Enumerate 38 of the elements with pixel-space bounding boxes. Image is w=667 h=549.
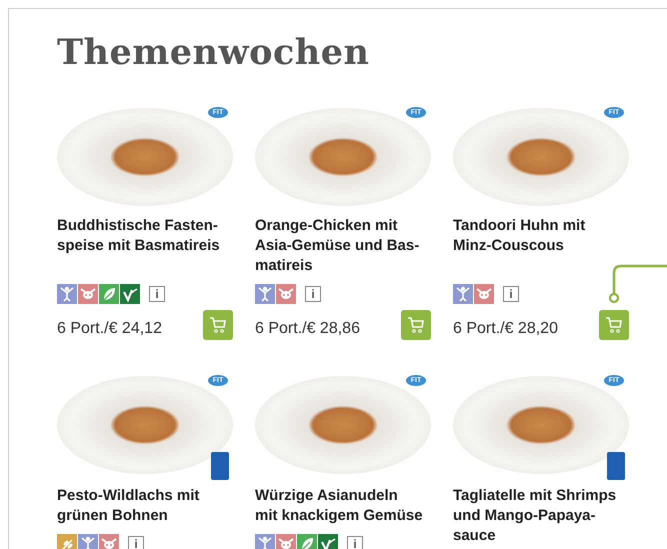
figure-icon [255,284,275,304]
product-name: Buddhistische Fasten-speise mit Basmatireis [57,216,221,256]
page-heading: Themenwochen [56,31,370,67]
animal-face-icon [276,284,296,304]
figure-icon [57,284,77,304]
product-name: Orange-Chicken mit Asia-Gemüse und Bas-matireis [255,216,420,276]
info-button[interactable]: i [128,536,144,549]
figure-icon [78,534,98,549]
info-button[interactable]: i [503,286,519,302]
product-name: Tandoori Huhn mit Minz-Couscous [453,216,586,256]
info-button[interactable]: i [149,286,165,302]
figure-icon [255,534,275,549]
price-text: 6 Port./€ 24,12 [57,320,162,339]
seafood-label-icon [607,452,625,480]
animal-face-icon [474,284,494,304]
cart-icon [407,316,425,334]
price-text: 6 Port./€ 28,20 [453,320,558,339]
animal-face-icon [99,534,119,549]
seafood-label-icon [211,452,229,480]
vegan-check-icon [120,284,140,304]
wheat-icon [57,534,77,549]
product-name: Tagliatelle mit Shrimps und Mango-Papaya-sauce [453,486,618,546]
cart-button[interactable] [203,310,233,340]
animal-face-icon [78,284,98,304]
price-text: 6 Port./€ 28,86 [255,320,360,339]
vegan-check-icon [318,534,338,549]
figure-icon [453,284,473,304]
info-button[interactable]: i [305,286,321,302]
cart-button[interactable] [599,310,629,340]
cart-button[interactable] [401,310,431,340]
leaf-icon [297,534,317,549]
product-name: Würzige Asianudeln mit knackigem Gemüse [255,486,424,526]
leaf-icon [99,284,119,304]
cart-icon [209,316,227,334]
product-name: Pesto-Wildlachs mit grünen Bohnen [57,486,200,526]
info-button[interactable]: i [347,536,363,549]
cart-icon [605,316,623,334]
animal-face-icon [276,534,296,549]
